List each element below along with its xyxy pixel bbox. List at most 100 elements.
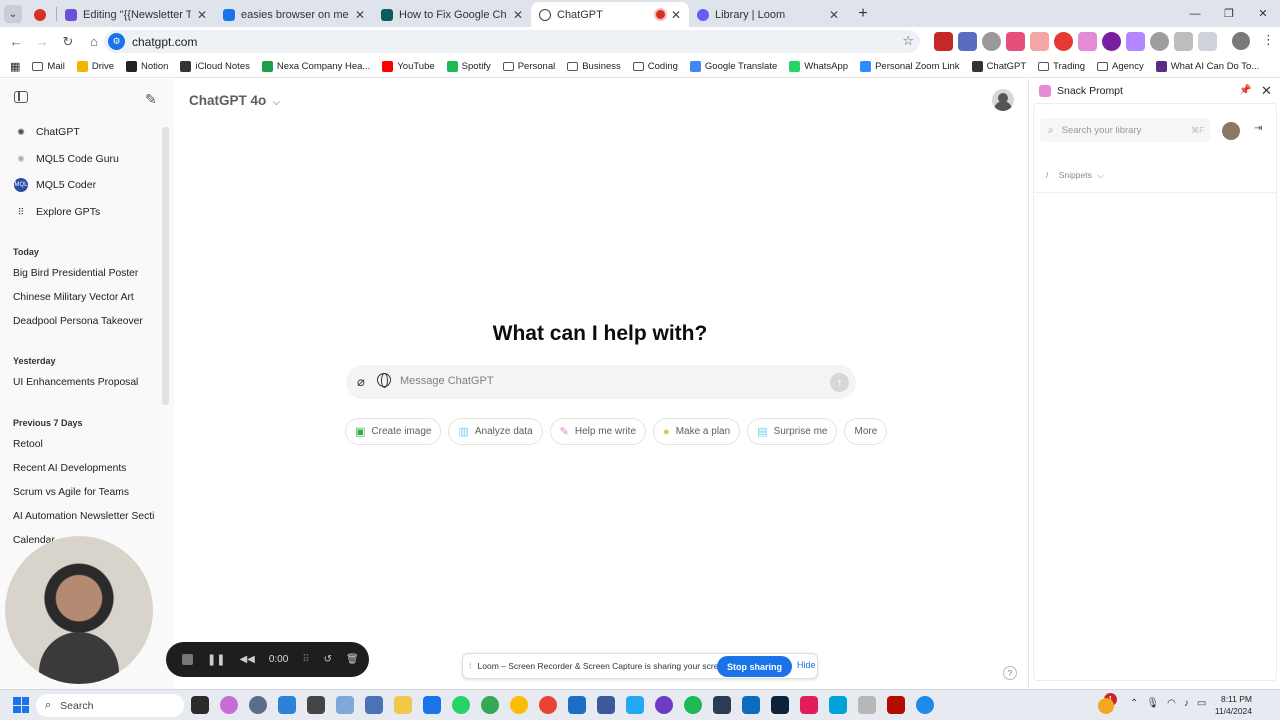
settings-icon[interactable] [249, 696, 267, 714]
app-icon[interactable] [307, 696, 325, 714]
chip-create-image[interactable]: ▣ Create image [345, 418, 442, 445]
extension-icon[interactable] [1126, 32, 1145, 51]
chat-history-item[interactable]: Chinese Military Vector Art [13, 292, 163, 303]
loom-camera-bubble[interactable] [5, 536, 153, 684]
avatar[interactable] [1222, 122, 1240, 140]
close-icon[interactable]: ✕ [671, 8, 681, 22]
message-input[interactable]: Message ChatGPT [400, 375, 494, 387]
home-button[interactable]: ⌂ [82, 30, 106, 54]
chat-history-item[interactable]: Big Bird Presidential Poster [13, 268, 163, 279]
bookmark-item[interactable]: Business [567, 61, 621, 72]
sidebar-item-mql5-code-guru[interactable]: ✺ MQL5 Code Guru [14, 152, 119, 166]
back-button[interactable]: ← [4, 30, 28, 54]
message-composer[interactable]: ⌀ Message ChatGPT ↑ [346, 365, 856, 399]
send-button[interactable]: ↑ [830, 373, 849, 392]
tab-chrome-fix[interactable]: How to Fix Google Chrome Hi ✕ [373, 2, 531, 27]
app-icon[interactable] [858, 696, 876, 714]
bookmark-item[interactable]: Notion [126, 61, 168, 72]
bookmark-item[interactable]: Mail [32, 61, 65, 72]
apps-grid-icon[interactable]: ▦ [10, 60, 20, 73]
sidebar-item-explore-gpts[interactable]: ⠿ Explore GPTs [14, 205, 101, 219]
app-icon[interactable] [278, 696, 296, 714]
app-icon[interactable] [829, 696, 847, 714]
forward-button[interactable]: → [30, 30, 54, 54]
outlook-icon[interactable] [742, 696, 760, 714]
battery-icon[interactable]: ▭ [1197, 698, 1206, 709]
chat-history-item[interactable]: Deadpool Persona Takeover [13, 316, 163, 327]
chat-history-item[interactable]: Recent AI Developments [13, 463, 163, 474]
library-search[interactable]: ⌕ Search your library ⌘F [1040, 118, 1210, 142]
close-icon[interactable]: ✕ [829, 8, 839, 22]
new-chat-icon[interactable]: ✎ [145, 91, 157, 108]
drag-handle-icon[interactable]: ⠿ [302, 654, 309, 665]
calculator-icon[interactable] [365, 696, 383, 714]
task-view-icon[interactable] [191, 696, 209, 714]
bookmark-item[interactable]: Nexa Company Hea... [261, 61, 370, 72]
bookmark-star-icon[interactable]: ☆ [902, 33, 914, 49]
sidebar-item-chatgpt[interactable]: ✺ ChatGPT [14, 125, 80, 139]
bookmark-item[interactable]: Drive [76, 61, 114, 72]
chat-history-item[interactable]: Scrum vs Agile for Teams [13, 487, 163, 498]
volume-icon[interactable]: ♪ [1184, 698, 1189, 709]
maximize-button[interactable]: ❐ [1212, 0, 1246, 27]
chip-make-a-plan[interactable]: ● Make a plan [653, 418, 741, 445]
site-info-icon[interactable]: ⚙ [108, 33, 125, 50]
chrome-icon[interactable] [539, 696, 557, 714]
chip-more[interactable]: More [844, 418, 888, 445]
sidebar-toggle-icon[interactable] [14, 91, 28, 103]
bookmark-item[interactable]: iCloud Notes [180, 61, 250, 72]
extension-icon[interactable] [982, 32, 1001, 51]
app-icon[interactable] [568, 696, 586, 714]
drag-handle-icon[interactable]: ⁞ [469, 661, 472, 671]
hide-button[interactable]: Hide [797, 660, 816, 670]
app-icon[interactable] [655, 696, 673, 714]
tab-loom[interactable]: Library | Loom ✕ [689, 2, 847, 27]
bookmark-item[interactable]: Personal Zoom Link [860, 61, 960, 72]
tab-chatgpt[interactable]: ChatGPT ✕ [531, 2, 689, 27]
extension-icon[interactable] [1006, 32, 1025, 51]
app-icon[interactable] [916, 696, 934, 714]
chrome-icon[interactable] [510, 696, 528, 714]
whatsapp-icon[interactable] [452, 696, 470, 714]
extension-icon[interactable] [1102, 32, 1121, 51]
close-icon[interactable]: ✕ [1261, 83, 1272, 99]
bookmark-item[interactable]: Spotify [446, 61, 491, 72]
sidebar-scrollbar[interactable] [162, 127, 169, 405]
rewind-icon[interactable]: ◀◀ [239, 654, 254, 665]
bookmark-item[interactable]: What AI Can Do To... [1155, 61, 1259, 72]
menu-kebab-icon[interactable]: ⋮ [1262, 32, 1275, 48]
minimize-button[interactable]: — [1178, 0, 1212, 27]
chevron-up-icon[interactable]: ⌃ [1130, 698, 1138, 709]
extension-icon[interactable] [1054, 32, 1073, 51]
pin-icon[interactable]: 📌 [1239, 85, 1251, 96]
url-text[interactable]: chatgpt.com [132, 35, 197, 49]
snippets-dropdown[interactable]: / Snippets ⌵ [1046, 170, 1104, 181]
stop-sharing-button[interactable]: Stop sharing [717, 656, 793, 677]
wifi-icon[interactable]: ◠ [1167, 698, 1176, 709]
chat-history-item[interactable]: Retool [13, 439, 163, 450]
model-selector[interactable]: ChatGPT 4o ⌵ [189, 93, 280, 108]
taskbar-clock[interactable]: 8:11 PM 11/4/2024 [1214, 693, 1252, 717]
new-tab-button[interactable]: + [853, 4, 873, 24]
sidebar-item-mql5-coder[interactable]: MQL MQL5 Coder [14, 178, 96, 192]
tab-beehiiv[interactable]: Editing "{{Newsletter Title}} ◀ ✕ [57, 2, 215, 27]
close-window-button[interactable]: ✕ [1246, 0, 1280, 27]
stop-recording-button[interactable] [182, 654, 193, 665]
bookmark-item[interactable]: Coding [632, 61, 678, 72]
bookmark-item[interactable]: Google Translate [689, 61, 777, 72]
app-icon[interactable] [336, 696, 354, 714]
tab-memory-search[interactable]: easies browser on memory (ho ✕ [215, 2, 373, 27]
globe-icon[interactable] [377, 373, 391, 388]
bookmark-item[interactable]: ChatGPT [971, 61, 1026, 72]
app-icon[interactable] [597, 696, 615, 714]
bookmark-item[interactable]: WhatsApp [789, 61, 848, 72]
bookmark-item[interactable]: Trading [1038, 61, 1085, 72]
logout-icon[interactable]: ⇥ [1254, 123, 1262, 134]
spotify-icon[interactable] [684, 696, 702, 714]
user-avatar[interactable] [992, 89, 1014, 111]
lightroom-icon[interactable] [771, 696, 789, 714]
trash-icon[interactable]: 🗑 [346, 654, 359, 665]
extension-icon[interactable] [1030, 32, 1049, 51]
library-search-input[interactable]: Search your library [1062, 125, 1142, 136]
tab-search-button[interactable]: ⌄ [4, 5, 22, 23]
